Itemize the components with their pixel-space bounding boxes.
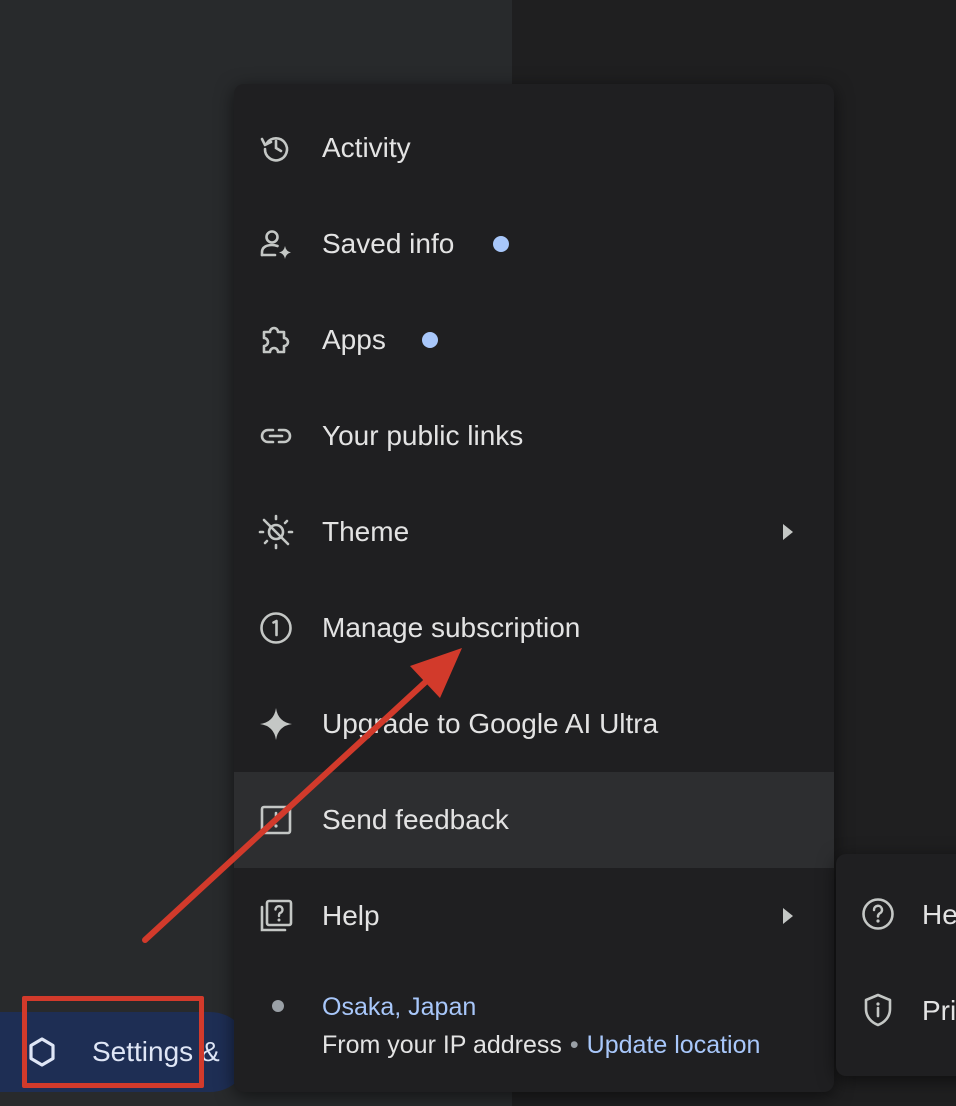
menu-item-saved-info[interactable]: Saved info bbox=[234, 196, 834, 292]
menu-item-label: Saved info bbox=[322, 228, 455, 259]
puzzle-icon bbox=[258, 322, 294, 358]
submenu-item-label: He bbox=[922, 899, 956, 930]
update-location-link[interactable]: Update location bbox=[587, 1031, 761, 1059]
sparkle-icon bbox=[258, 706, 294, 742]
menu-item-label: Theme bbox=[322, 516, 410, 547]
link-icon bbox=[258, 418, 294, 454]
menu-item-send-feedback[interactable]: Send feedback bbox=[234, 772, 834, 868]
menu-item-upgrade[interactable]: Upgrade to Google AI Ultra bbox=[234, 676, 834, 772]
menu-item-help[interactable]: Help bbox=[234, 868, 834, 964]
menu-item-label: Upgrade to Google AI Ultra bbox=[322, 708, 659, 739]
help-submenu: He Pri bbox=[836, 854, 956, 1076]
chevron-right-icon bbox=[778, 518, 798, 546]
feedback-icon bbox=[258, 802, 294, 838]
menu-item-activity[interactable]: Activity bbox=[234, 100, 834, 196]
menu-item-label: Your public links bbox=[322, 420, 524, 451]
help-icon bbox=[258, 898, 294, 934]
chevron-right-icon bbox=[778, 902, 798, 930]
menu-item-public-links[interactable]: Your public links bbox=[234, 388, 834, 484]
person-sparkle-icon bbox=[258, 226, 294, 262]
location-source-text: From your IP address bbox=[322, 1031, 562, 1059]
location-city: Osaka, Japan bbox=[322, 993, 477, 1021]
menu-item-apps[interactable]: Apps bbox=[234, 292, 834, 388]
menu-item-theme[interactable]: Theme bbox=[234, 484, 834, 580]
menu-item-manage-subscription[interactable]: Manage subscription bbox=[234, 580, 834, 676]
menu-item-label: Send feedback bbox=[322, 804, 509, 835]
annotation-highlight-box bbox=[22, 996, 204, 1088]
submenu-item-label: Pri bbox=[922, 995, 956, 1026]
theme-icon bbox=[258, 514, 294, 550]
new-indicator-dot bbox=[422, 332, 438, 348]
submenu-item-help-center[interactable]: He bbox=[836, 854, 956, 950]
location-dot-icon bbox=[272, 1000, 284, 1012]
subscription-icon bbox=[258, 610, 294, 646]
submenu-item-privacy[interactable]: Pri bbox=[836, 950, 956, 1046]
privacy-shield-icon bbox=[860, 992, 896, 1028]
question-circle-icon bbox=[860, 896, 896, 932]
location-info: Osaka, Japan From your IP address • Update… bbox=[234, 970, 834, 1080]
location-separator: • bbox=[569, 1031, 579, 1059]
settings-menu: Activity Saved info Apps Your public lin… bbox=[234, 84, 834, 1092]
location-source: From your IP address • Update location bbox=[322, 1030, 760, 1060]
history-icon bbox=[258, 130, 294, 166]
menu-item-label: Manage subscription bbox=[322, 612, 581, 643]
menu-item-label: Apps bbox=[322, 324, 386, 355]
menu-item-label: Activity bbox=[322, 132, 411, 163]
new-indicator-dot bbox=[493, 236, 509, 252]
menu-item-label: Help bbox=[322, 900, 380, 931]
